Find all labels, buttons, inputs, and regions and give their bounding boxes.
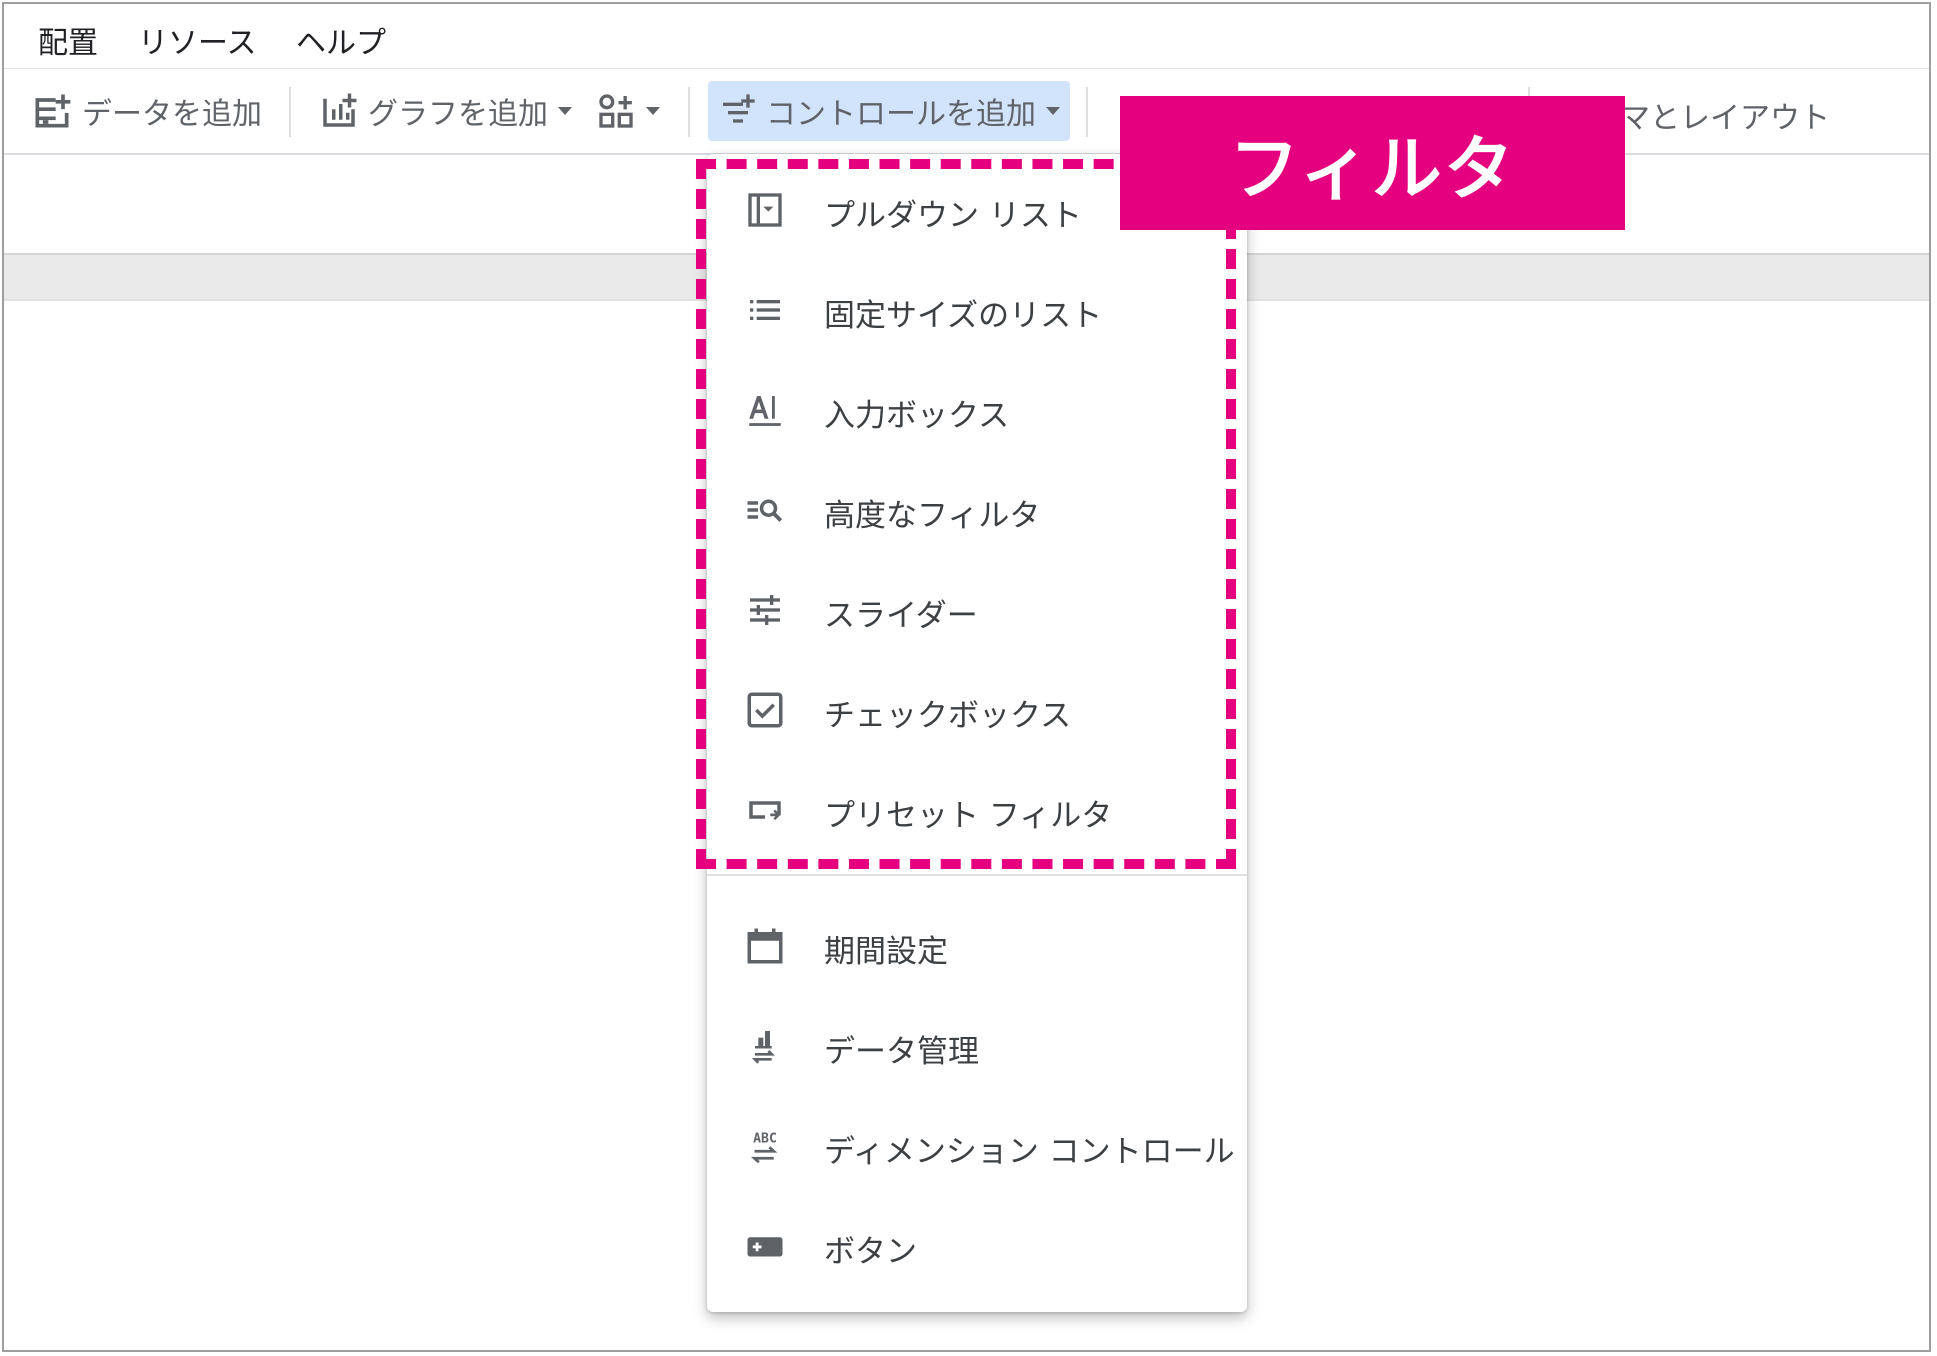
- menu-divider: [707, 874, 1247, 876]
- filter-annotation-label: フィルタ: [1120, 96, 1625, 230]
- menu-item-slider[interactable]: スライダー: [707, 570, 1247, 650]
- input-box-icon: [743, 388, 787, 432]
- menu-item-label: スライダー: [824, 598, 978, 634]
- menu-item-fixed-list[interactable]: 固定サイズのリスト: [707, 270, 1247, 350]
- toolbar-divider: [289, 87, 291, 137]
- menu-item-advanced-filter[interactable]: 高度なフィルタ: [707, 470, 1247, 550]
- menu-item-label: ボタン: [824, 1234, 917, 1270]
- advanced-filter-icon: [743, 488, 787, 532]
- add-component-button[interactable]: [596, 81, 660, 141]
- add-control-menu: プルダウン リスト 固定サイズのリスト 入力ボックス 高度なフィルタ スライダー: [707, 154, 1247, 1312]
- dropdown-list-icon: [743, 188, 787, 232]
- fixed-list-icon: [743, 288, 787, 332]
- menu-item-label: プリセット フィルタ: [824, 798, 1113, 834]
- preset-filter-icon: [743, 788, 787, 832]
- add-component-icon: [599, 94, 633, 128]
- menu-item-label: データ管理: [824, 1034, 979, 1070]
- menu-item-dimension-control[interactable]: ABC ディメンション コントロール: [707, 1106, 1247, 1186]
- add-control-label: コントロールを追加: [766, 97, 1036, 132]
- toolbar: データを追加 グラフを追加 コントロールを追加 マとレイアウト: [4, 69, 1929, 155]
- chevron-down-icon: [1046, 107, 1060, 115]
- add-chart-icon: [323, 93, 357, 127]
- menu-item-label: チェックボックス: [824, 698, 1072, 734]
- add-control-button[interactable]: コントロールを追加: [708, 81, 1070, 141]
- menu-resources[interactable]: リソース: [138, 18, 257, 62]
- data-control-icon: [743, 1024, 787, 1068]
- menu-item-label: 固定サイズのリスト: [824, 298, 1103, 334]
- theme-layout-label: マとレイアウト: [1620, 101, 1830, 136]
- add-data-button[interactable]: データを追加: [30, 81, 262, 141]
- app-frame: 配置 リソース ヘルプ データを追加 グラフを追加 コントロールを追加 マとレイ…: [2, 2, 1931, 1352]
- menu-item-label: 高度なフィルタ: [824, 498, 1041, 534]
- menu-item-data-control[interactable]: データ管理: [707, 1006, 1247, 1086]
- add-chart-label: グラフを追加: [368, 97, 548, 132]
- add-control-icon: [723, 94, 755, 123]
- theme-layout-button[interactable]: マとレイアウト: [1620, 85, 1830, 145]
- menu-item-input-box[interactable]: 入力ボックス: [707, 370, 1247, 450]
- menu-item-label: 期間設定: [824, 934, 948, 970]
- chevron-down-icon: [646, 107, 660, 115]
- menu-item-label: 入力ボックス: [824, 398, 1010, 434]
- dimension-control-icon: ABC: [743, 1124, 787, 1168]
- add-chart-button[interactable]: グラフを追加: [318, 81, 572, 141]
- menu-arrange[interactable]: 配置: [38, 18, 98, 62]
- menu-item-button[interactable]: ボタン: [707, 1206, 1247, 1286]
- menu-item-date-range[interactable]: 期間設定: [707, 906, 1247, 986]
- checkbox-icon: [743, 688, 787, 732]
- menu-help[interactable]: ヘルプ: [296, 18, 386, 62]
- menu-item-label: ディメンション コントロール: [824, 1134, 1235, 1170]
- slider-icon: [743, 588, 787, 632]
- menubar: 配置 リソース ヘルプ: [4, 4, 1929, 69]
- add-data-icon: [35, 94, 71, 128]
- chevron-down-icon: [558, 107, 572, 115]
- menu-item-preset-filter[interactable]: プリセット フィルタ: [707, 770, 1247, 850]
- svg-text:ABC: ABC: [753, 1132, 777, 1147]
- menu-item-label: プルダウン リスト: [824, 198, 1082, 234]
- menu-item-checkbox[interactable]: チェックボックス: [707, 670, 1247, 750]
- toolbar-divider: [1086, 87, 1088, 137]
- toolbar-divider: [688, 87, 690, 137]
- add-data-label: データを追加: [82, 97, 262, 132]
- button-icon: [743, 1224, 787, 1268]
- calendar-icon: [743, 924, 787, 968]
